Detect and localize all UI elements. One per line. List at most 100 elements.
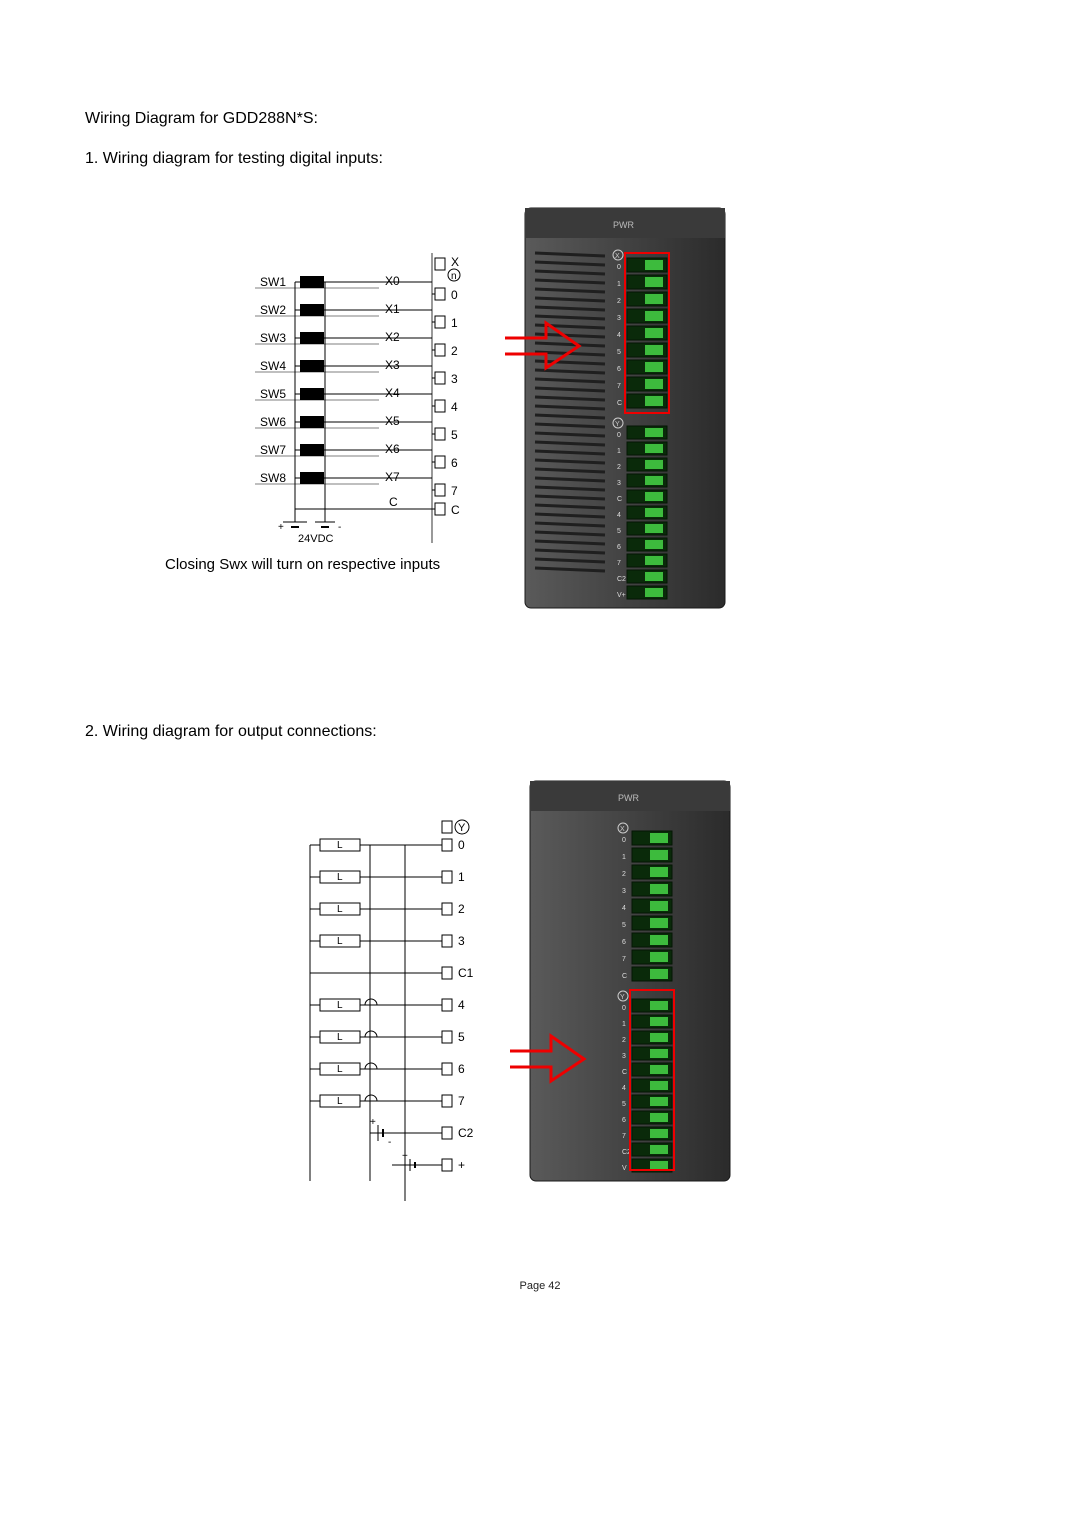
terminal-number: 2 xyxy=(451,344,458,358)
switch-label: SW6 xyxy=(260,415,286,429)
load-label: L xyxy=(337,904,343,915)
terminal-number: 6 xyxy=(451,456,458,470)
load-label: L xyxy=(337,1096,343,1107)
load-label: L xyxy=(337,1064,343,1075)
section-1-title: 1. Wiring diagram for testing digital in… xyxy=(85,150,995,168)
module-terminal-label: C xyxy=(617,400,622,407)
module-terminal-label: 7 xyxy=(622,1133,626,1140)
module-terminal-label: 3 xyxy=(617,315,621,322)
wire-label: X5 xyxy=(385,414,400,428)
module-terminal-label: C xyxy=(617,496,622,503)
module-terminal-label: 6 xyxy=(617,366,621,373)
module-terminal-label: 7 xyxy=(622,956,626,963)
module-terminal-label: 3 xyxy=(622,888,626,895)
terminal-label: + xyxy=(458,1158,465,1172)
terminal-number: 0 xyxy=(451,288,458,302)
battery-plus-2: + xyxy=(370,1117,376,1128)
module-terminal-label: 5 xyxy=(622,922,626,929)
module-terminal-label: 0 xyxy=(622,1005,626,1012)
wire-label: X1 xyxy=(385,302,400,316)
terminal-number: 5 xyxy=(451,428,458,442)
x-marker: X xyxy=(615,253,620,260)
module-terminal-label: 7 xyxy=(617,560,621,567)
module-terminal-label: 0 xyxy=(622,837,626,844)
load-label: L xyxy=(337,1000,343,1011)
module-terminal-label: 2 xyxy=(622,871,626,878)
switch-label: SW7 xyxy=(260,443,286,457)
battery-minus: - xyxy=(338,522,341,533)
switch-label: SW8 xyxy=(260,471,286,485)
y-header-label: Y xyxy=(458,822,466,834)
terminal-label: 1 xyxy=(458,870,465,884)
wire-label: X7 xyxy=(385,470,400,484)
plc-module-1: PWR 01234567C 0123C4567C2V+ X Y xyxy=(505,198,745,638)
x-marker-2: X xyxy=(620,826,625,833)
terminal-number: 4 xyxy=(451,400,458,414)
switch-label: SW5 xyxy=(260,387,286,401)
module-terminal-label: C2 xyxy=(617,576,626,583)
module-terminal-label: C xyxy=(622,1069,627,1076)
section-2-title: 2. Wiring diagram for output connections… xyxy=(85,723,995,741)
plc-module-2: PWR 01234567C 0123C4567C2V X Y xyxy=(510,771,750,1211)
module-pwr-label: PWR xyxy=(613,220,634,230)
wire-label: X0 xyxy=(385,274,400,288)
module-terminal-label: 6 xyxy=(617,544,621,551)
figure-2: Y 0L1L2L3LC14L5L6L7LC2+-++ PWR 01234567C… xyxy=(210,781,995,1261)
supply-label: 24VDC xyxy=(298,533,334,545)
module-terminal-label: 0 xyxy=(617,432,621,439)
module-terminal-label: 2 xyxy=(617,298,621,305)
module-terminal-label: 4 xyxy=(622,1085,626,1092)
module-terminal-label: 4 xyxy=(622,905,626,912)
terminal-label: 2 xyxy=(458,902,465,916)
switch-label: SW1 xyxy=(260,275,286,289)
module-terminal-label: V+ xyxy=(617,592,626,599)
schematic-outputs: Y 0L1L2L3LC14L5L6L7LC2+-++ xyxy=(210,781,490,1221)
switch-label: SW3 xyxy=(260,331,286,345)
module-terminal-label: 5 xyxy=(622,1101,626,1108)
module-terminal-label: 0 xyxy=(617,264,621,271)
load-label: L xyxy=(337,872,343,883)
load-label: L xyxy=(337,1032,343,1043)
schematic-inputs: X n SW1 X0 0 SW2 X1 1 SW3 X2 2 SW4 X3 3 SW5 X4 4 SW6 X5 5… xyxy=(155,208,475,568)
terminal-label: 5 xyxy=(458,1030,465,1044)
terminal-label: C1 xyxy=(458,966,474,980)
module-terminal-label: 1 xyxy=(617,281,621,288)
switch-label: SW4 xyxy=(260,359,286,373)
page-heading: Wiring Diagram for GDD288N*S: xyxy=(85,110,995,128)
wire-label: X4 xyxy=(385,386,400,400)
wire-label: X2 xyxy=(385,330,400,344)
module-terminal-label: 6 xyxy=(622,939,626,946)
module-terminal-label: 3 xyxy=(617,480,621,487)
figure-1: X n SW1X00SW2X11SW3X22SW4X33SW5X44SW6X55… xyxy=(155,208,995,673)
module-terminal-label: 3 xyxy=(622,1053,626,1060)
c-terminal-label: C xyxy=(451,503,460,517)
y-marker: Y xyxy=(615,421,620,428)
c-wire-label: C xyxy=(389,495,398,509)
terminal-label: 0 xyxy=(458,838,465,852)
module-terminal-label: 7 xyxy=(617,383,621,390)
figure-1-caption: Closing Swx will turn on respective inpu… xyxy=(165,556,440,573)
terminal-number: 3 xyxy=(451,372,458,386)
module-terminal-label: 5 xyxy=(617,528,621,535)
y-marker-2: Y xyxy=(620,994,625,1001)
load-label: L xyxy=(337,936,343,947)
module-terminal-label: 1 xyxy=(622,1021,626,1028)
switch-label: SW2 xyxy=(260,303,286,317)
page-body: Wiring Diagram for GDD288N*S: 1. Wiring … xyxy=(85,110,995,1281)
battery-plus: + xyxy=(278,522,284,533)
module-terminal-label: 2 xyxy=(617,464,621,471)
terminal-label: 7 xyxy=(458,1094,465,1108)
x-header-label: X xyxy=(451,255,459,269)
page: Wiring Diagram for GDD288N*S: 1. Wiring … xyxy=(0,0,1080,1525)
wire-label: X3 xyxy=(385,358,400,372)
terminal-label: 6 xyxy=(458,1062,465,1076)
x-header-sub: n xyxy=(451,271,457,282)
terminal-number: 1 xyxy=(451,316,458,330)
module-terminal-label: 4 xyxy=(617,512,621,519)
battery-minus-2: - xyxy=(388,1137,391,1148)
module-pwr-label-2: PWR xyxy=(618,793,639,803)
module-terminal-label: 1 xyxy=(622,854,626,861)
wire-label: X6 xyxy=(385,442,400,456)
module-terminal-label: 2 xyxy=(622,1037,626,1044)
terminal-label: 3 xyxy=(458,934,465,948)
